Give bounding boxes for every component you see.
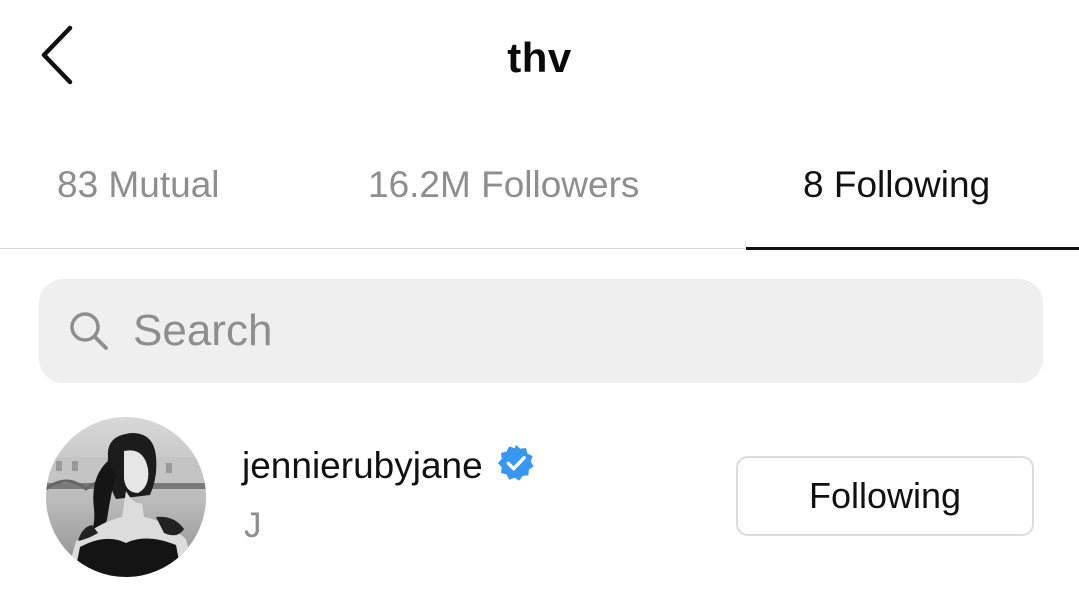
username: jennierubyjane bbox=[242, 445, 483, 486]
tab-mutual[interactable]: 83 Mutual bbox=[57, 164, 220, 206]
tab-followers[interactable]: 16.2M Followers bbox=[368, 164, 639, 206]
active-tab-indicator bbox=[746, 247, 1079, 250]
full-name: J bbox=[244, 506, 262, 545]
search-bar[interactable] bbox=[39, 279, 1043, 383]
list-item[interactable]: jennierubyjane J Following bbox=[0, 405, 1079, 585]
header-bar: thv bbox=[0, 0, 1079, 120]
username-link[interactable]: jennierubyjane bbox=[242, 444, 535, 487]
verified-badge-icon bbox=[498, 444, 534, 481]
tab-following[interactable]: 8 Following bbox=[803, 164, 990, 206]
following-button[interactable]: Following bbox=[736, 456, 1034, 536]
profile-photo bbox=[46, 417, 206, 577]
avatar[interactable] bbox=[46, 417, 206, 577]
search-input[interactable] bbox=[133, 301, 1013, 361]
tab-bar: 83 Mutual 16.2M Followers 8 Following bbox=[0, 140, 1079, 250]
page-title: thv bbox=[507, 34, 572, 81]
search-icon bbox=[70, 312, 108, 350]
